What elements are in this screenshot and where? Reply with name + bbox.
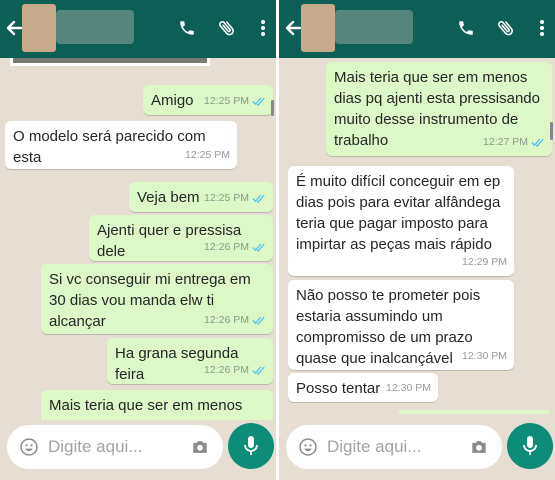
message-time: 12:30 PM: [386, 382, 431, 394]
phone-icon[interactable]: [455, 17, 477, 39]
mic-button[interactable]: [228, 423, 274, 469]
camera-icon[interactable]: [190, 437, 210, 457]
message-time: 12:25 PM: [185, 149, 230, 161]
message-list[interactable]: Amigo 12:25 PM O modelo será parecido co…: [0, 58, 276, 420]
compose-bar: Digite aqui...: [279, 420, 555, 480]
message-time: 12:27 PM: [483, 136, 528, 148]
input-placeholder: Digite aqui...: [327, 437, 422, 456]
message-time: 12:25 PM: [204, 192, 249, 204]
paperclip-icon[interactable]: [216, 17, 238, 39]
contact-name-redacted[interactable]: [335, 10, 413, 44]
next-message-edge: [399, 410, 549, 414]
double-check-icon: [531, 138, 544, 147]
camera-icon[interactable]: [469, 437, 489, 457]
message-bubble-outgoing[interactable]: Mais teria que ser em menos dias: [41, 390, 273, 420]
contact-avatar[interactable]: [301, 4, 335, 52]
double-check-icon: [252, 243, 265, 252]
chat-header: [0, 0, 276, 58]
paperclip-icon[interactable]: [495, 17, 517, 39]
double-check-icon: [252, 316, 265, 325]
message-text: Posso tentar: [296, 380, 381, 397]
message-bubble-incoming[interactable]: Não posso te prometer pois estaria assum…: [288, 280, 514, 370]
message-bubble-incoming[interactable]: O modelo será parecido com esta 12:25 PM: [5, 121, 237, 169]
message-time: 12:26 PM: [204, 314, 249, 326]
message-bubble-incoming[interactable]: É muito difícil conceguir em ep dias poi…: [288, 166, 514, 276]
message-time: 12:29 PM: [462, 256, 507, 268]
message-time: 12:26 PM: [204, 364, 249, 376]
message-time: 12:26 PM: [204, 241, 249, 253]
scrollbar[interactable]: [550, 122, 553, 140]
message-bubble-outgoing[interactable]: Ajenti quer e pressisa dele 12:26 PM: [89, 215, 273, 261]
chat-panel-right: Mais teria que ser em menos dias pq ajen…: [279, 0, 555, 480]
message-input[interactable]: Digite aqui...: [7, 425, 223, 469]
message-bubble-outgoing[interactable]: Amigo 12:25 PM: [143, 85, 273, 115]
double-check-icon: [252, 194, 265, 203]
phone-icon[interactable]: [176, 17, 198, 39]
message-bubble-outgoing[interactable]: Veja bem 12:25 PM: [129, 182, 273, 212]
chat-panel-left: Amigo 12:25 PM O modelo será parecido co…: [0, 0, 276, 480]
message-bubble-incoming[interactable]: Posso tentar 12:30 PM: [288, 373, 438, 402]
double-check-icon: [252, 97, 265, 106]
compose-bar: Digite aqui...: [0, 420, 276, 480]
message-input[interactable]: Digite aqui...: [286, 425, 502, 469]
message-time: 12:30 PM: [462, 350, 507, 362]
contact-name-redacted[interactable]: [56, 10, 134, 44]
more-vert-icon[interactable]: [531, 17, 553, 39]
emoji-icon[interactable]: [298, 437, 318, 457]
more-vert-icon[interactable]: [252, 17, 274, 39]
mic-icon: [523, 436, 537, 455]
image-message-preview[interactable]: [10, 58, 210, 66]
contact-avatar[interactable]: [22, 4, 56, 52]
message-list[interactable]: Mais teria que ser em menos dias pq ajen…: [279, 58, 555, 420]
message-text: Mais teria que ser em menos dias: [49, 397, 243, 420]
mic-icon: [244, 436, 258, 455]
scrollbar[interactable]: [271, 100, 274, 116]
double-check-icon: [252, 366, 265, 375]
mic-button[interactable]: [507, 423, 553, 469]
message-time: 12:25 PM: [204, 95, 249, 107]
message-bubble-outgoing[interactable]: Ha grana segunda feira 12:26 PM: [107, 338, 273, 384]
input-placeholder: Digite aqui...: [48, 437, 143, 456]
chat-header: [279, 0, 555, 58]
message-bubble-outgoing[interactable]: Si vc conseguir mi entrega em 30 dias vo…: [41, 264, 273, 334]
emoji-icon[interactable]: [19, 437, 39, 457]
message-bubble-outgoing[interactable]: Mais teria que ser em menos dias pq ajen…: [326, 62, 552, 156]
message-text: É muito difícil conceguir em ep dias poi…: [296, 173, 501, 253]
